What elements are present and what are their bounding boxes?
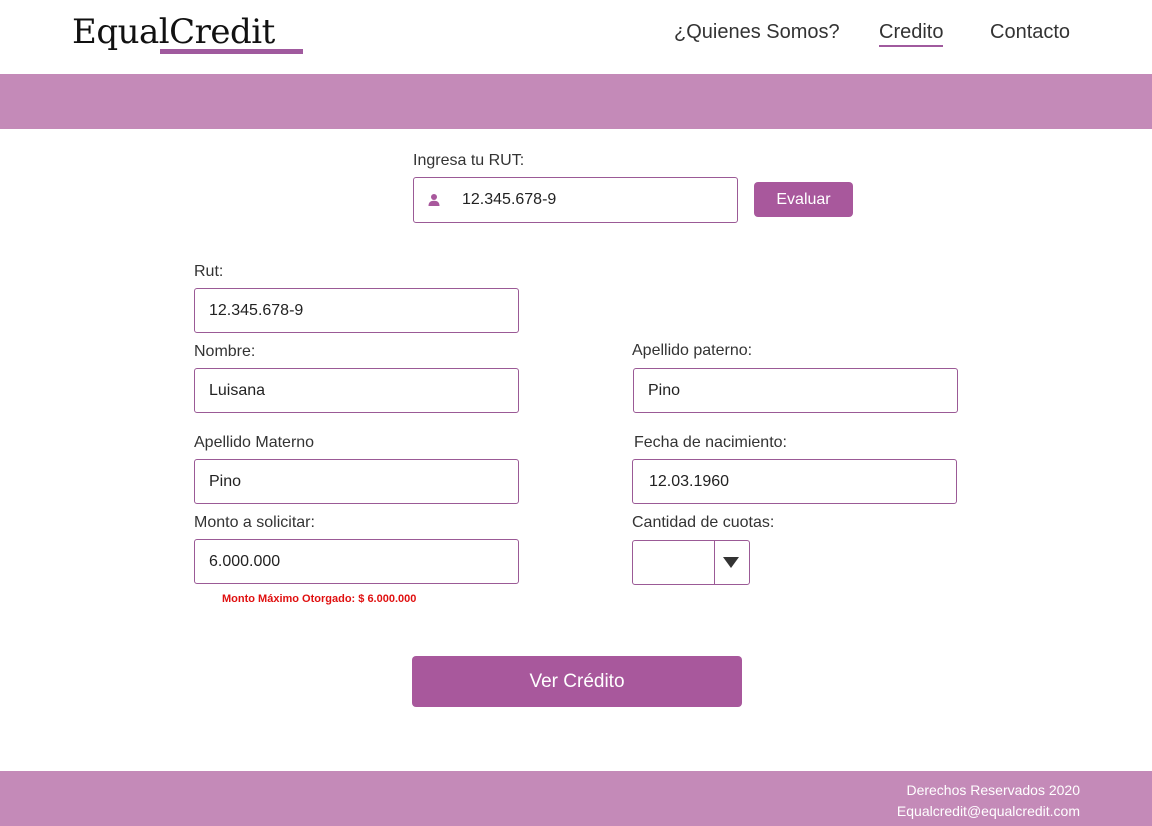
user-icon [428,194,440,206]
site-footer: Derechos Reservados 2020 Equalcredit@equ… [0,771,1152,826]
select-divider [714,541,715,584]
footer-rights: Derechos Reservados 2020 [906,782,1080,798]
fecha-nacimiento-input[interactable] [632,459,957,504]
nombre-input[interactable] [194,368,519,413]
apellido-paterno-input[interactable] [633,368,958,413]
ver-credito-button[interactable]: Ver Crédito [412,656,742,707]
cuotas-label: Cantidad de cuotas: [632,514,775,531]
apellido-materno-input[interactable] [194,459,519,504]
apellido-paterno-label: Apellido paterno: [632,342,753,359]
hero-band [0,74,1152,129]
monto-maximo-note: Monto Máximo Otorgado: $ 6.000.000 [222,593,417,605]
nombre-label: Nombre: [194,343,256,360]
rut-search-field[interactable] [413,177,738,223]
brand-logo[interactable]: EqualCredit [72,12,275,52]
nav-link-contacto[interactable]: Contacto [990,20,1070,44]
monto-input[interactable] [194,539,519,584]
nav-link-credito[interactable]: Credito [879,20,944,47]
apellido-materno-label: Apellido Materno [194,434,315,451]
evaluar-button[interactable]: Evaluar [754,182,853,217]
rut-input[interactable] [194,288,519,333]
rut-label: Rut: [194,263,224,280]
logo-underline [160,49,303,54]
cuotas-select[interactable] [632,540,750,585]
nav-link-quienes-somos[interactable]: ¿Quienes Somos? [674,20,840,44]
triangle-down-icon[interactable] [723,557,739,568]
site-header: EqualCredit ¿Quienes Somos? Credito Cont… [0,0,1152,74]
rut-search-input[interactable] [452,178,732,222]
monto-label: Monto a solicitar: [194,514,315,531]
fecha-nacimiento-label: Fecha de nacimiento: [634,434,787,451]
footer-email[interactable]: Equalcredit@equalcredit.com [897,802,1080,820]
rut-search-label: Ingresa tu RUT: [413,152,525,169]
